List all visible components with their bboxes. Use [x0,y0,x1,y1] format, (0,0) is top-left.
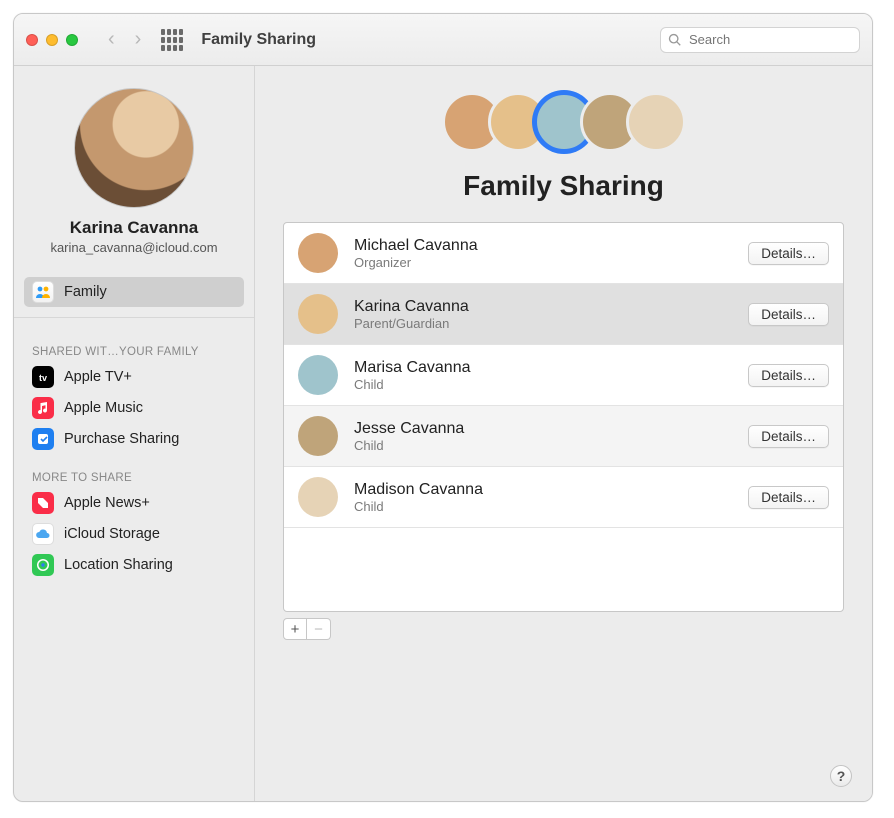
profile-avatar[interactable] [74,88,194,208]
sidebar-shared-list: tv Apple TV+ Apple Music Purchase Sharing [24,362,244,454]
sidebar-item-label: Apple Music [64,400,143,416]
member-avatar [298,233,338,273]
sidebar-item-location-sharing[interactable]: Location Sharing [24,550,244,580]
member-row[interactable]: Madison CavannaChild Details… [284,467,843,528]
sidebar-item-label: Apple News+ [64,495,150,511]
member-role: Child [354,377,471,392]
sidebar: Karina Cavanna karina_cavanna@icloud.com… [14,66,254,801]
details-button[interactable]: Details… [748,364,829,387]
member-row[interactable]: Michael CavannaOrganizer Details… [284,223,843,284]
apple-tv--icon: tv [32,366,54,388]
window-controls [26,34,78,46]
search-wrap [660,27,860,53]
sidebar-item-apple-music[interactable]: Apple Music [24,393,244,423]
body: Karina Cavanna karina_cavanna@icloud.com… [14,66,872,801]
purchase-sharing-icon [32,428,54,450]
sidebar-item-label: Family [64,284,107,300]
member-text: Marisa CavannaChild [354,359,471,392]
sidebar-item-apple-tv-[interactable]: tv Apple TV+ [24,362,244,392]
remove-member-button[interactable]: − [307,618,331,640]
member-name: Madison Cavanna [354,481,483,499]
member-avatar [298,416,338,456]
location-sharing-icon [32,554,54,576]
zoom-button[interactable] [66,34,78,46]
member-row[interactable]: Jesse CavannaChild Details… [284,406,843,467]
details-button[interactable]: Details… [748,486,829,509]
member-text: Jesse CavannaChild [354,420,464,453]
member-text: Michael CavannaOrganizer [354,237,478,270]
sidebar-header-more: MORE TO SHARE [32,472,244,484]
icloud-storage-icon [32,523,54,545]
people-icon [35,285,51,299]
sidebar-item-label: Apple TV+ [64,369,132,385]
family-avatar [626,92,686,152]
search-input[interactable] [660,27,860,53]
member-name: Marisa Cavanna [354,359,471,377]
sidebar-item-label: Purchase Sharing [64,431,179,447]
member-role: Child [354,499,483,514]
apple-news--icon [32,492,54,514]
window: ‹ › Family Sharing Karina Cavanna karina… [13,13,873,802]
add-member-button[interactable]: + [283,618,307,640]
sidebar-more-list: Apple News+ iCloud Storage Location Sharin… [24,488,244,580]
divider [14,317,254,318]
family-icon [32,281,54,303]
member-name: Michael Cavanna [354,237,478,255]
member-role: Parent/Guardian [354,316,469,331]
member-name: Karina Cavanna [354,298,469,316]
window-title: Family Sharing [201,31,316,49]
table-controls: + − [283,618,844,640]
member-avatar [298,477,338,517]
forward-button[interactable]: › [125,28,152,51]
main-title: Family Sharing [283,170,844,202]
member-role: Organizer [354,255,478,270]
family-avatar-stack [283,92,844,152]
member-avatar [298,355,338,395]
member-name: Jesse Cavanna [354,420,464,438]
search-icon [668,33,682,47]
sidebar-item-label: iCloud Storage [64,526,160,542]
profile-email: karina_cavanna@icloud.com [24,240,244,255]
main-pane: Family Sharing Michael CavannaOrganizer D… [254,66,872,801]
sidebar-item-label: Location Sharing [64,557,173,573]
all-preferences-button[interactable] [161,29,183,51]
member-text: Karina CavannaParent/Guardian [354,298,469,331]
member-row[interactable]: Karina CavannaParent/Guardian Details… [284,284,843,345]
details-button[interactable]: Details… [748,242,829,265]
svg-text:tv: tv [39,373,47,383]
sidebar-item-family[interactable]: Family [24,277,244,307]
minimize-button[interactable] [46,34,58,46]
back-button[interactable]: ‹ [98,28,125,51]
details-button[interactable]: Details… [748,303,829,326]
toolbar: ‹ › Family Sharing [14,14,872,66]
members-table: Michael CavannaOrganizerDetails…Karina C… [283,222,844,612]
details-button[interactable]: Details… [748,425,829,448]
sidebar-header-shared: SHARED WIT…YOUR FAMILY [32,346,244,358]
sidebar-primary-list: Family [24,277,244,307]
sidebar-item-icloud-storage[interactable]: iCloud Storage [24,519,244,549]
sidebar-item-purchase-sharing[interactable]: Purchase Sharing [24,424,244,454]
apple-music-icon [32,397,54,419]
member-text: Madison CavannaChild [354,481,483,514]
help-button[interactable]: ? [830,765,852,787]
member-avatar [298,294,338,334]
sidebar-item-apple-news-[interactable]: Apple News+ [24,488,244,518]
member-role: Child [354,438,464,453]
member-row[interactable]: Marisa CavannaChild Details… [284,345,843,406]
close-button[interactable] [26,34,38,46]
profile-name: Karina Cavanna [24,218,244,238]
